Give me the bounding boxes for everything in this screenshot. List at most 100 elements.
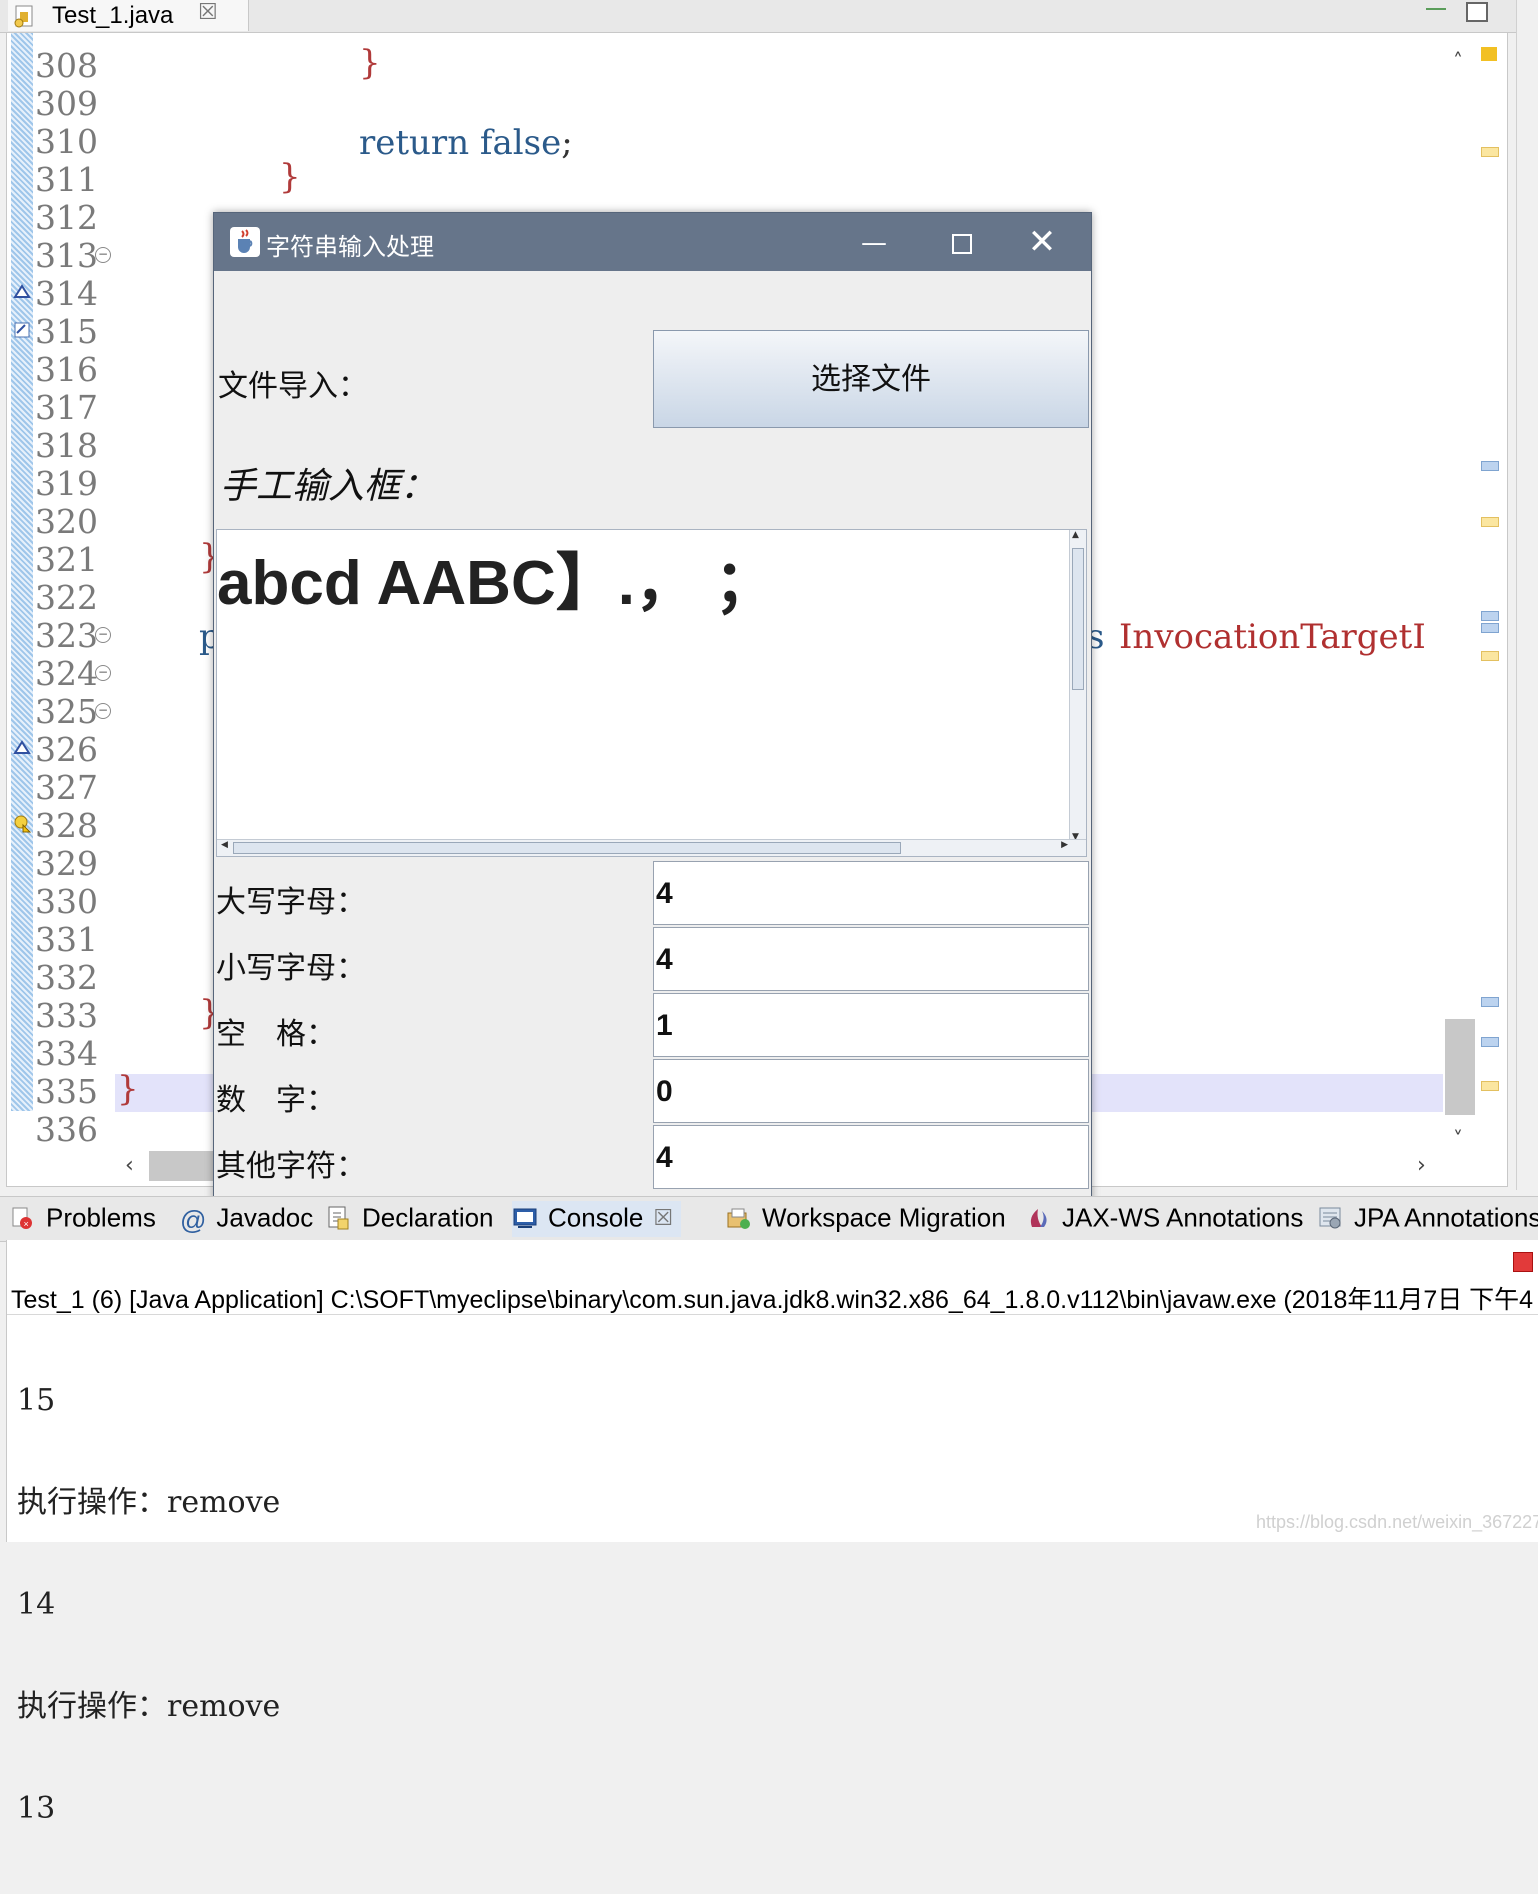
tab-label: Workspace Migration (762, 1202, 1006, 1233)
fold-collapse-icon[interactable]: − (95, 703, 111, 719)
chevron-down-icon[interactable]: ˅ (1453, 1127, 1463, 1151)
dialog-content: 文件导入： 选择文件 手工输入框： abcd AABC】.， ； ▲ ▼ ◀ ▶… (214, 271, 1091, 1201)
space-label: 空 格： (216, 1017, 336, 1052)
scrollbar-thumb[interactable] (1072, 548, 1084, 690)
arrow-up-icon[interactable]: ▲ (1072, 530, 1079, 540)
watermark-text: https://blog.csdn.net/weixin_36722711 (1256, 1512, 1538, 1532)
textarea-vertical-scrollbar[interactable]: ▲ ▼ (1069, 530, 1086, 842)
fold-collapse-icon[interactable]: − (95, 665, 111, 681)
fold-collapse-icon[interactable]: − (95, 247, 111, 263)
overview-ruler-mark[interactable] (1481, 651, 1499, 661)
code-line: return false; (359, 123, 573, 163)
editor-vertical-scrollbar[interactable]: ˄ ˅ (1443, 41, 1477, 1151)
dialog-title-bar[interactable]: 字符串输入处理 — ✕ (214, 213, 1091, 271)
line-number: 315 (35, 312, 98, 351)
lowercase-count-field[interactable]: 4 (653, 927, 1089, 991)
overview-ruler-mark[interactable] (1481, 461, 1499, 471)
overview-ruler-mark[interactable] (1481, 623, 1499, 633)
tab-console[interactable]: Console ☒ (512, 1201, 682, 1237)
digit-label: 数 字： (216, 1083, 336, 1118)
choose-file-button[interactable]: 选择文件 (653, 330, 1089, 428)
line-number: 309 (35, 84, 98, 123)
tab-jpa-annotations[interactable]: JPA Annotations (1318, 1201, 1538, 1237)
line-number: 310 (35, 122, 98, 161)
tab-label: JAX-WS Annotations (1062, 1202, 1304, 1233)
line-number: 326 (35, 730, 98, 769)
space-count-field[interactable]: 1 (653, 993, 1089, 1057)
line-number: 334 (35, 1034, 98, 1073)
manual-input-label: 手工输入框： (220, 466, 437, 507)
tab-javadoc[interactable]: @ Javadoc (180, 1201, 313, 1237)
chevron-left-icon[interactable]: ‹ (125, 1153, 134, 1178)
overview-ruler-mark[interactable] (1481, 517, 1499, 527)
close-icon[interactable]: ☒ (653, 1205, 673, 1230)
editor-tab-test1-java[interactable]: Test_1.java ☒ (8, 0, 249, 31)
console-view[interactable]: Test_1 (6) [Java Application] C:\SOFT\my… (6, 1240, 1538, 1826)
line-number: 330 (35, 882, 98, 921)
chevron-right-icon[interactable]: › (1417, 1153, 1426, 1178)
line-number: 332 (35, 958, 98, 997)
line-number: 329 (35, 844, 98, 883)
problems-icon: × (12, 1207, 32, 1230)
scrollbar-thumb[interactable] (233, 842, 901, 854)
tab-jax-ws-annotations[interactable]: JAX-WS Annotations (1026, 1201, 1303, 1237)
jax-ws-icon (1030, 1209, 1047, 1228)
change-ruler (11, 33, 33, 1111)
tab-declaration[interactable]: Declaration (326, 1201, 494, 1237)
line-number-row: 323− (35, 617, 115, 655)
line-number: 333 (35, 996, 98, 1035)
arrow-right-icon[interactable]: ▶ (1061, 840, 1068, 850)
line-number: 324 (35, 654, 98, 693)
close-icon[interactable]: ☒ (198, 0, 218, 25)
divider (7, 1314, 1538, 1315)
console-line: 执行操作：remove (17, 1689, 281, 1724)
overview-ruler-mark[interactable] (1481, 1037, 1499, 1047)
tab-label: Javadoc (216, 1202, 314, 1233)
tab-label: Problems (46, 1202, 156, 1233)
task-marker-icon[interactable] (13, 321, 31, 339)
overview-ruler-mark[interactable] (1481, 1081, 1499, 1091)
manual-input-textarea[interactable]: abcd AABC】.， ； ▲ ▼ ◀ ▶ (216, 529, 1087, 857)
warning-lightbulb-icon[interactable] (13, 815, 31, 833)
terminate-stop-icon[interactable] (1513, 1252, 1533, 1272)
uppercase-count-field[interactable]: 4 (653, 861, 1089, 925)
minimize-view-button[interactable] (1426, 2, 1446, 10)
maximize-button[interactable] (930, 223, 990, 263)
line-number: 325 (35, 692, 98, 731)
lowercase-label: 小写字母： (216, 951, 366, 986)
digit-count-field[interactable]: 0 (653, 1059, 1089, 1123)
line-number: 316 (35, 350, 98, 389)
line-number: 320 (35, 502, 98, 541)
maximize-view-button[interactable] (1466, 2, 1488, 22)
override-marker-icon[interactable] (13, 739, 31, 757)
tab-problems[interactable]: × Problems (10, 1201, 156, 1237)
override-marker-icon[interactable] (13, 283, 31, 301)
fold-collapse-icon[interactable]: − (95, 627, 111, 643)
chevron-up-icon[interactable]: ˄ (1453, 49, 1463, 73)
console-line: 15 (17, 1383, 56, 1418)
overview-ruler-mark[interactable] (1481, 997, 1499, 1007)
horizontal-scrollbar-thumb[interactable] (149, 1151, 219, 1181)
code-class-name: InvocationTargetI (1119, 617, 1426, 657)
other-chars-count-field[interactable]: 4 (653, 1125, 1089, 1189)
workspace-migration-icon (727, 1208, 750, 1230)
views-tab-bar: × Problems @ Javadoc Declaration Console ☒ … (0, 1196, 1538, 1242)
overview-ruler-warning[interactable] (1481, 47, 1497, 61)
textarea-horizontal-scrollbar[interactable]: ◀ ▶ (217, 839, 1086, 856)
line-number: 308 (35, 46, 98, 85)
minimize-button[interactable]: — (844, 223, 904, 263)
code-text: } (117, 1069, 139, 1109)
close-button[interactable]: ✕ (1012, 219, 1072, 265)
arrow-left-icon[interactable]: ◀ (221, 840, 228, 850)
other-chars-label: 其他字符： (216, 1149, 366, 1184)
line-number: 331 (35, 920, 98, 959)
overview-ruler-mark[interactable] (1481, 147, 1499, 157)
line-number: 335 (35, 1072, 98, 1111)
scrollbar-thumb[interactable] (1445, 1019, 1475, 1115)
overview-ruler-mark[interactable] (1481, 611, 1499, 621)
input-text: abcd AABC】.， ； (217, 549, 777, 618)
editor-tab-bar: Test_1.java ☒ (0, 0, 1538, 33)
dialog-title: 字符串输入处理 (266, 233, 434, 261)
line-number: 319 (35, 464, 98, 503)
tab-workspace-migration[interactable]: Workspace Migration (726, 1201, 1006, 1237)
